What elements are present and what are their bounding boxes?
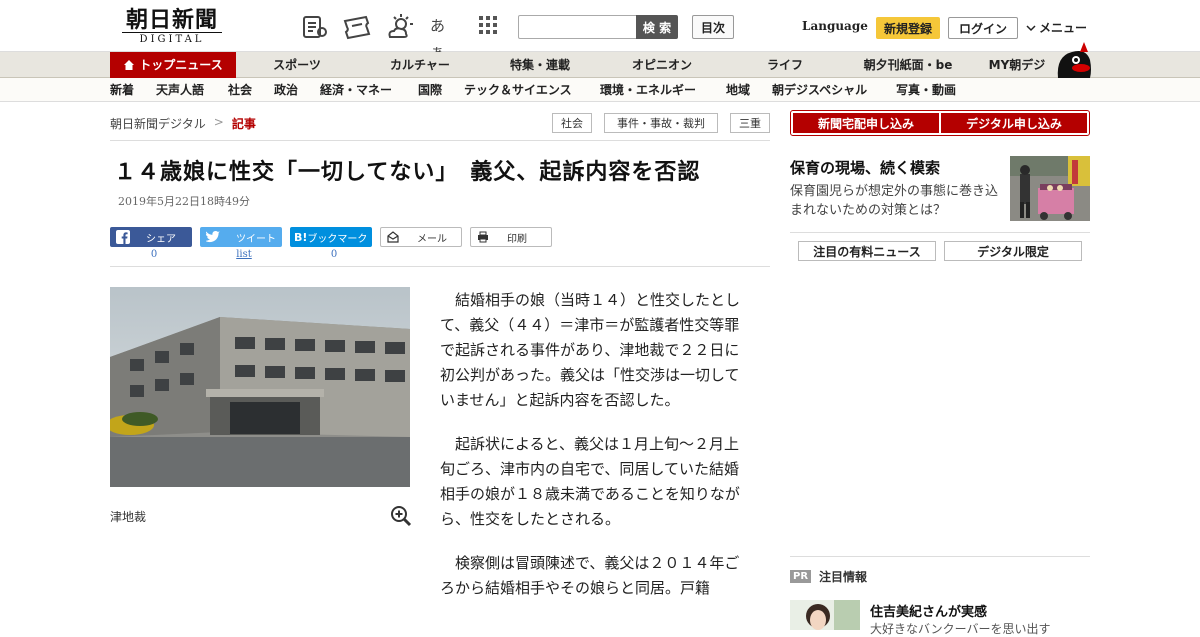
article-paragraph: 検察側は冒頭陳述で、義父は２０１４年ごろから結婚相手やその娘らと同居。戸籍 [440,554,740,597]
pr-title[interactable]: 住吉美紀さんが実感 [870,601,987,620]
hatena-bookmark-button[interactable]: B! ブックマーク [290,227,372,247]
article-body: 結婚相手の娘（当時１４）と性交したとして、義父（４４）＝津市＝が監護者性交等罪で… [440,288,748,620]
nav-features[interactable]: 特集・連載 [490,52,590,78]
breadcrumb-separator: > [213,115,224,129]
primary-nav: トップニュース スポーツ カルチャー 特集・連載 オピニオン ライフ 朝夕刊紙面… [0,52,1200,78]
nav-society[interactable]: 社会 [228,78,252,102]
site-logo[interactable]: 朝日新聞 DIGITAL [116,8,228,46]
weather-icon[interactable] [386,13,414,41]
pr-section-header: PR 注目情報 [790,568,867,585]
pr-badge: PR [790,570,812,583]
secondary-nav: 新着 天声人語 社会 政治 経済・マネー 国際 テック＆サイエンス 環境・エネル… [0,78,1200,102]
feature-thumbnail[interactable] [1010,156,1090,221]
nav-international[interactable]: 国際 [418,78,442,102]
digital-only-button[interactable]: デジタル限定 [944,241,1082,261]
printer-icon [478,231,488,243]
nav-photo-video[interactable]: 写真・動画 [896,78,956,102]
divider [110,140,770,141]
nav-top-news[interactable]: トップニュース [110,52,236,78]
logo-english: DIGITAL [122,32,222,46]
nav-tenseijingo[interactable]: 天声人語 [156,78,204,102]
pr-description[interactable]: 大好きなバンクーバーを思い出す [870,620,1050,637]
nav-life[interactable]: ライフ [744,52,826,78]
mail-share-button[interactable]: メール [380,227,462,247]
article-headline: １４歳娘に性交「一切してない」 義父、起訴内容を否認 [114,160,701,185]
article-paragraph: 起訴状によると、義父は１月上旬～２月上旬ごろ、津市内の自宅で、同居していた結婚相… [440,435,740,528]
nav-economy[interactable]: 経済・マネー [320,78,392,102]
zoom-in-icon[interactable] [390,505,412,527]
hatena-icon: B! [294,230,308,244]
photo-caption: 津地裁 [110,510,147,524]
register-button[interactable]: 新規登録 [876,17,940,39]
nav-tech-science[interactable]: テック＆サイエンス [464,78,572,102]
nav-my-asahi[interactable]: MY朝デジ [980,52,1054,78]
divider [790,556,1090,557]
index-button[interactable]: 目次 [692,15,734,39]
logo-japanese: 朝日新聞 [125,7,218,33]
article-photo[interactable] [110,287,410,487]
paid-news-button[interactable]: 注目の有料ニュース [798,241,936,261]
article-date: 2019年5月22日18時49分 [118,195,250,208]
nav-opinion[interactable]: オピニオン [614,52,710,78]
pr-heading: 注目情報 [819,570,868,584]
chevron-down-icon [1026,24,1036,31]
facebook-icon [116,230,130,244]
divider [110,266,770,267]
pr-thumbnail[interactable] [790,600,860,630]
ticket-icon[interactable] [342,13,371,41]
nav-politics[interactable]: 政治 [274,78,298,102]
menu-button[interactable]: メニュー [1026,19,1087,36]
mail-icon [387,231,399,243]
nav-latest[interactable]: 新着 [110,78,134,102]
nav-environment[interactable]: 環境・エネルギー [600,78,696,102]
nav-sports[interactable]: スポーツ [252,52,342,78]
divider [790,232,1090,233]
breadcrumb: 朝日新聞デジタル > 記事 [110,115,256,132]
nav-culture[interactable]: カルチャー [372,52,468,78]
twitter-icon [206,231,220,243]
facebook-count: 0 [150,249,158,260]
nav-special[interactable]: 朝デジスペシャル [772,78,867,102]
mascot-icon[interactable] [1054,40,1094,78]
feature-title[interactable]: 保育の現場、続く模索 [790,157,940,178]
nav-newspaper-be[interactable]: 朝夕刊紙面・be [852,52,964,78]
login-button[interactable]: ログイン [948,17,1018,39]
search-button[interactable]: 検 索 [636,15,678,39]
top-bar: 朝日新聞 DIGITAL あぁ 検 索 目次 Language 新規登録 ログイ… [0,0,1200,61]
twitter-list-link[interactable]: list [203,249,285,260]
subscribe-digital-button[interactable]: デジタル申し込み [941,113,1087,133]
tag-incidents[interactable]: 事件・事故・裁判 [604,113,718,133]
print-button[interactable]: 印刷 [470,227,552,247]
breadcrumb-current: 記事 [231,117,256,131]
breadcrumb-home[interactable]: 朝日新聞デジタル [110,115,206,132]
grid-menu-icon[interactable] [476,13,504,41]
feature-description[interactable]: 保育園児らが想定外の事態に巻き込まれないための対策とは？ [790,182,1005,220]
newspaper-icon[interactable] [300,13,328,41]
subscribe-paper-button[interactable]: 新聞宅配申し込み [793,113,939,133]
hatena-count: 0 [330,249,338,260]
tag-society[interactable]: 社会 [552,113,592,133]
text-size-icon[interactable]: あぁ [430,13,458,61]
twitter-share-button[interactable]: ツイート [200,227,282,247]
facebook-share-button[interactable]: シェア [110,227,192,247]
tag-mie[interactable]: 三重 [730,113,770,133]
article-paragraph: 結婚相手の娘（当時１４）と性交したとして、義父（４４）＝津市＝が監護者性交等罪で… [440,291,741,409]
nav-region[interactable]: 地域 [726,78,750,102]
search-input[interactable] [518,15,638,39]
home-icon [124,60,135,70]
language-link[interactable]: Language [802,19,868,33]
